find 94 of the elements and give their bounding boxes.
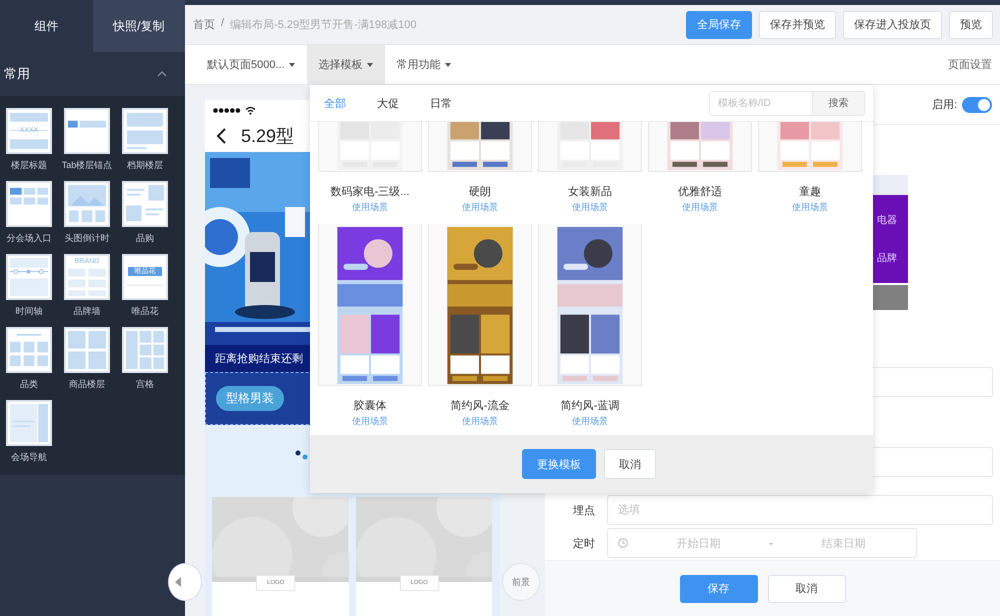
date-separator: - — [769, 536, 773, 550]
layout-icon — [7, 182, 51, 226]
component-tile[interactable] — [64, 181, 110, 227]
start-date-placeholder: 开始日期 — [676, 536, 722, 550]
component-tile[interactable] — [122, 108, 168, 154]
field-label: 埋点 — [572, 504, 596, 518]
layout-icon — [65, 255, 109, 299]
component-tile[interactable] — [6, 327, 52, 373]
foreground-button[interactable]: 前景 — [502, 563, 540, 601]
clock-icon — [618, 538, 628, 548]
usage-link[interactable]: 使用场景 — [352, 415, 388, 428]
signal-icon — [213, 108, 241, 112]
component-label: 会场导航 — [10, 451, 48, 463]
template-name: 简约风-流金 — [450, 398, 510, 413]
template-name: 女装新品 — [568, 184, 612, 199]
back-icon[interactable] — [215, 128, 227, 144]
toolbar-menu[interactable]: 选择模板 — [306, 45, 385, 84]
wifi-icon — [245, 106, 256, 114]
usage-link[interactable]: 使用场景 — [572, 415, 608, 428]
preview-text: 品牌 — [876, 252, 898, 265]
collapse-button[interactable] — [168, 563, 202, 601]
component-tile[interactable] — [6, 254, 52, 300]
cancel-button[interactable]: 取消 — [604, 449, 656, 479]
header-button[interactable]: 保存进入投放页 — [843, 10, 942, 38]
component-tile[interactable] — [122, 181, 168, 227]
preview-strip — [873, 175, 908, 195]
layout-icon — [7, 255, 51, 299]
section-title: 常用 — [4, 65, 30, 83]
preview-text: 电器 — [876, 214, 898, 227]
header-button[interactable]: 全局保存 — [686, 10, 752, 38]
input-field[interactable]: 选填 — [607, 495, 993, 525]
layout-icon — [65, 182, 109, 226]
component-label: 品购 — [135, 232, 155, 244]
layout-icon — [123, 182, 167, 226]
template-name: 童趣 — [799, 184, 821, 199]
template-name: 简约风-蓝调 — [560, 399, 620, 413]
component-tile[interactable] — [6, 181, 52, 227]
layout-icon — [123, 109, 167, 153]
search-button[interactable]: 搜索 — [812, 92, 864, 114]
component-label: 品类 — [19, 378, 39, 390]
component-label: 品牌墙 — [72, 305, 102, 317]
component-label: 档期楼层 — [126, 159, 164, 171]
chevron-up-icon[interactable] — [157, 71, 167, 77]
layout-icon — [7, 109, 51, 153]
usage-link[interactable]: 使用场景 — [572, 201, 608, 214]
component-label: 时间轴 — [14, 305, 44, 317]
layout-icon — [123, 328, 167, 372]
save-button[interactable]: 保存 — [680, 574, 758, 602]
header-button[interactable]: 保存并预览 — [759, 10, 836, 38]
component-label: 头图倒计时 — [64, 232, 110, 244]
layout-icon — [7, 328, 51, 372]
phone-tab[interactable]: 型格男装 — [216, 386, 284, 411]
page-title: 5.29型 — [241, 125, 294, 148]
enable-toggle[interactable] — [962, 96, 992, 112]
component-tile[interactable] — [64, 327, 110, 373]
dots-icon — [295, 450, 309, 460]
usage-link[interactable]: 使用场景 — [462, 415, 498, 428]
layout-icon — [123, 255, 167, 299]
breadcrumb-item[interactable]: 编辑布局-5.29型男节开售-满198减100 — [230, 17, 417, 32]
layout-icon — [7, 401, 51, 445]
component-label: Tab楼层锚点 — [60, 159, 114, 171]
template-tab[interactable]: 日常 — [430, 96, 483, 110]
component-label: 楼层标题 — [10, 159, 48, 171]
breadcrumb-item[interactable]: 首页 — [193, 17, 215, 32]
breadcrumb-separator: / — [221, 17, 224, 31]
date-range-field[interactable]: 开始日期 - 结束日期 — [607, 528, 917, 558]
preview-strip — [873, 285, 908, 310]
countdown-text: 距离抢购结束还剩 — [215, 352, 303, 366]
component-label: 分会场入口 — [6, 232, 52, 244]
field-label: 定时 — [572, 536, 596, 550]
component-tile[interactable] — [64, 108, 110, 154]
template-name: 胶囊体 — [354, 398, 386, 413]
replace-template-button[interactable]: 更换模板 — [522, 449, 596, 479]
component-tile[interactable] — [122, 327, 168, 373]
component-tile[interactable] — [6, 400, 52, 446]
search-field[interactable]: 模板名称/ID 搜索 — [709, 90, 865, 116]
layout-icon — [65, 109, 109, 153]
cancel-button[interactable]: 取消 — [768, 574, 846, 602]
page-settings-link[interactable]: 页面设置 — [948, 57, 1000, 72]
template-name: 优雅舒适 — [678, 185, 722, 199]
template-tab[interactable]: 大促 — [377, 96, 430, 110]
component-label: 唯品花 — [130, 305, 160, 317]
template-tab[interactable]: 全部 — [324, 96, 377, 110]
usage-link[interactable]: 使用场景 — [792, 201, 828, 214]
header-button[interactable]: 预览 — [949, 10, 993, 38]
sidebar-tab[interactable]: 快照/复制 — [92, 0, 185, 52]
toolbar-menu[interactable]: 常用功能 — [384, 45, 463, 84]
enable-label: 启用: — [932, 98, 957, 112]
component-label: 宫格 — [135, 378, 155, 390]
usage-link[interactable]: 使用场景 — [682, 201, 718, 214]
end-date-placeholder: 结束日期 — [820, 536, 866, 550]
component-label: 商品楼层 — [68, 378, 106, 390]
toolbar-menu[interactable]: 默认页面5000... — [195, 45, 307, 84]
layout-icon — [65, 328, 109, 372]
